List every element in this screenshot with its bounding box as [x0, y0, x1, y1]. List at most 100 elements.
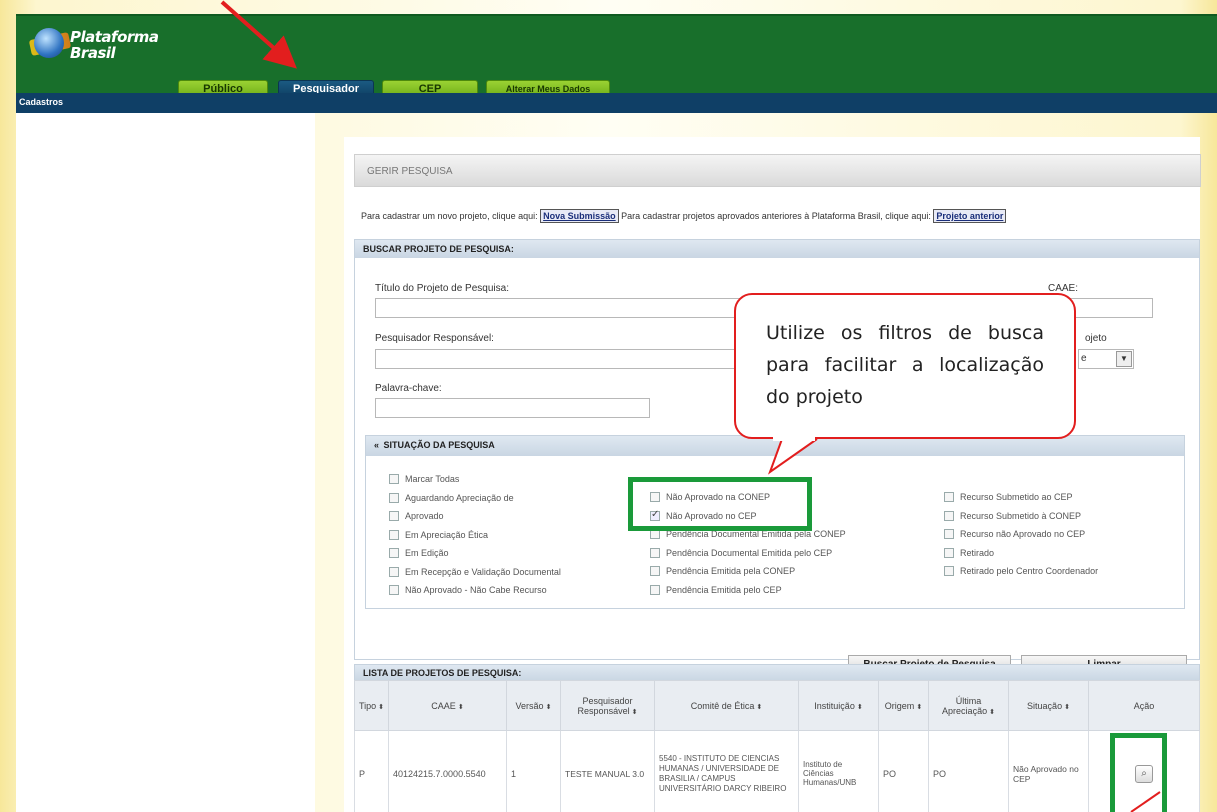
sort-arrows-icon[interactable]: ⬍ — [546, 704, 552, 711]
checkbox[interactable] — [389, 474, 399, 484]
col-pesquisador[interactable]: Pesquisador Responsável ⬍ — [560, 680, 655, 731]
sort-arrows-icon[interactable]: ⬍ — [378, 704, 384, 711]
situacao-checkbox-item[interactable]: Pendência Emitida pelo CEP — [650, 584, 782, 595]
checkbox-label: Em Edição — [405, 548, 449, 558]
site-header: Plataforma Brasil Público Pesquisador CE… — [16, 14, 1217, 97]
pesquisador-label: Pesquisador Responsável: — [375, 333, 494, 344]
sort-arrows-icon[interactable]: ⬍ — [1064, 704, 1070, 711]
cell-comite: 5540 - INSTITUTO DE CIENCIAS HUMANAS / U… — [654, 730, 799, 812]
col-ultima-apreciacao[interactable]: Última Apreciação ⬍ — [928, 680, 1009, 731]
pesquisador-input[interactable] — [375, 349, 755, 369]
col-ultima-label: Última Apreciação — [942, 695, 988, 716]
cadastro-row: Para cadastrar um novo projeto, clique a… — [361, 209, 1149, 223]
situacao-checkbox-item[interactable]: Retirado — [944, 547, 995, 558]
checkbox[interactable] — [389, 492, 399, 503]
checkbox[interactable] — [944, 547, 954, 558]
checkbox-label: Em Apreciação Ética — [405, 529, 489, 540]
sort-arrows-icon[interactable]: ⬍ — [458, 704, 464, 711]
checkbox-label: Aprovado — [405, 511, 444, 521]
situacao-checkbox-item[interactable]: Não Aprovado - Não Cabe Recurso — [389, 585, 547, 595]
sort-arrows-icon[interactable]: ⬍ — [857, 704, 863, 711]
situacao-checkbox-item[interactable]: Marcar Todas — [389, 474, 459, 484]
tipo-projeto-label: ojeto — [1085, 333, 1107, 344]
situacao-title: SITUAÇÃO DA PESQUISA — [383, 440, 495, 450]
situacao-checkbox-item[interactable]: Em Edição — [389, 548, 449, 558]
checkbox[interactable] — [389, 566, 399, 577]
checkbox[interactable] — [944, 510, 954, 521]
cell-instituicao: Instituto de Ciências Humanas/UNB — [798, 730, 879, 812]
double-chevron-left-icon[interactable]: « — [374, 440, 379, 450]
checkbox[interactable] — [650, 584, 660, 595]
situacao-checkbox-item[interactable]: Recurso Submetido à CONEP — [944, 510, 1081, 521]
situacao-checkbox-item[interactable]: Aprovado — [389, 511, 444, 521]
col-caae-label: CAAE — [431, 700, 456, 711]
col-situacao[interactable]: Situação ⬍ — [1008, 680, 1089, 731]
checkbox[interactable] — [389, 548, 399, 558]
sort-arrows-icon[interactable]: ⬍ — [916, 704, 922, 711]
palavra-chave-label: Palavra-chave: — [375, 383, 442, 394]
col-versao[interactable]: Versão ⬍ — [506, 680, 561, 731]
checkbox-label: Em Recepção e Validação Documental — [405, 566, 561, 577]
col-comite[interactable]: Comitê de Ética ⬍ — [654, 680, 799, 731]
cadastro-text-2: Para cadastrar projetos aprovados anteri… — [621, 211, 931, 221]
col-comite-label: Comitê de Ética — [690, 700, 755, 711]
col-acao: Ação — [1088, 680, 1200, 731]
situacao-checkbox-item[interactable]: Pendência Emitida pela CONEP — [650, 566, 795, 576]
checkbox[interactable] — [389, 529, 399, 540]
checkbox[interactable] — [944, 492, 954, 502]
checkbox-label: Retirado — [960, 547, 995, 558]
sort-arrows-icon[interactable]: ⬍ — [989, 709, 995, 716]
col-caae[interactable]: CAAE ⬍ — [388, 680, 507, 731]
cell-origem: PO — [878, 730, 929, 812]
nova-submissao-button[interactable]: Nova Submissão — [540, 209, 619, 223]
left-panel — [16, 113, 315, 812]
cadastro-text-1: Para cadastrar um novo projeto, clique a… — [361, 211, 538, 221]
cell-ultima-apreciacao: PO — [928, 730, 1009, 812]
col-situacao-label: Situação — [1027, 700, 1063, 711]
checkbox[interactable] — [944, 529, 954, 539]
dropdown-arrow-icon[interactable]: ▼ — [1116, 351, 1132, 367]
col-instituicao-label: Instituição — [814, 700, 855, 711]
col-tipo-label: Tipo — [358, 700, 377, 711]
sort-arrows-icon[interactable]: ⬍ — [756, 704, 762, 711]
highlight-box-situacao — [628, 477, 812, 531]
tipo-projeto-select[interactable]: e ▼ — [1078, 349, 1134, 369]
callout-text: Utilize os filtros de busca para facilit… — [766, 322, 1044, 408]
palavra-chave-input[interactable] — [375, 398, 650, 418]
tipo-projeto-value: e — [1081, 353, 1087, 364]
cell-caae: 40124215.7.0000.5540 — [388, 730, 507, 812]
callout-bubble: Utilize os filtros de busca para facilit… — [734, 293, 1076, 439]
sort-arrows-icon[interactable]: ⬍ — [632, 709, 638, 716]
situacao-checkbox-item[interactable]: Retirado pelo Centro Coordenador — [944, 566, 1098, 576]
checkbox-label: Retirado pelo Centro Coordenador — [960, 566, 1099, 576]
situacao-checkbox-item[interactable]: Recurso não Aprovado no CEP — [944, 529, 1085, 539]
situacao-checkbox-item[interactable]: Aguardando Apreciação de — [389, 492, 514, 503]
situacao-checkbox-item[interactable]: Recurso Submetido ao CEP — [944, 492, 1073, 502]
sub-menu-bar: Cadastros — [16, 93, 1217, 113]
plataforma-brasil-logo[interactable]: Plataforma Brasil — [28, 24, 184, 64]
col-tipo[interactable]: Tipo ⬍ — [354, 680, 389, 731]
situacao-checkbox-item[interactable]: Pendência Documental Emitida pelo CEP — [650, 547, 832, 558]
cell-situacao: Não Aprovado no CEP — [1008, 730, 1089, 812]
col-instituicao[interactable]: Instituição ⬍ — [798, 680, 879, 731]
buscar-projeto-title: BUSCAR PROJETO DE PESQUISA: — [355, 240, 1199, 258]
logo-globe-icon — [34, 28, 64, 58]
menu-cadastros[interactable]: Cadastros — [19, 97, 63, 107]
situacao-checkbox-item[interactable]: Em Apreciação Ética — [389, 529, 489, 540]
checkbox[interactable] — [389, 585, 399, 595]
cell-tipo: P — [354, 730, 389, 812]
checkbox-label: Recurso não Aprovado no CEP — [960, 529, 1086, 539]
checkbox[interactable] — [944, 566, 954, 576]
checkbox[interactable] — [650, 547, 660, 558]
projeto-anterior-button[interactable]: Projeto anterior — [933, 209, 1007, 223]
checkbox-label: Marcar Todas — [405, 474, 460, 484]
checkbox[interactable] — [650, 566, 660, 576]
cell-versao: 1 — [506, 730, 561, 812]
titulo-label: Título do Projeto de Pesquisa: — [375, 283, 509, 294]
logo-text-line2: Brasil — [70, 44, 116, 62]
highlight-box-acao — [1110, 733, 1167, 812]
col-origem[interactable]: Origem ⬍ — [878, 680, 929, 731]
situacao-checkbox-item[interactable]: Em Recepção e Validação Documental — [389, 566, 561, 577]
checkbox-label: Pendência Emitida pela CONEP — [666, 566, 796, 576]
checkbox[interactable] — [389, 511, 399, 521]
